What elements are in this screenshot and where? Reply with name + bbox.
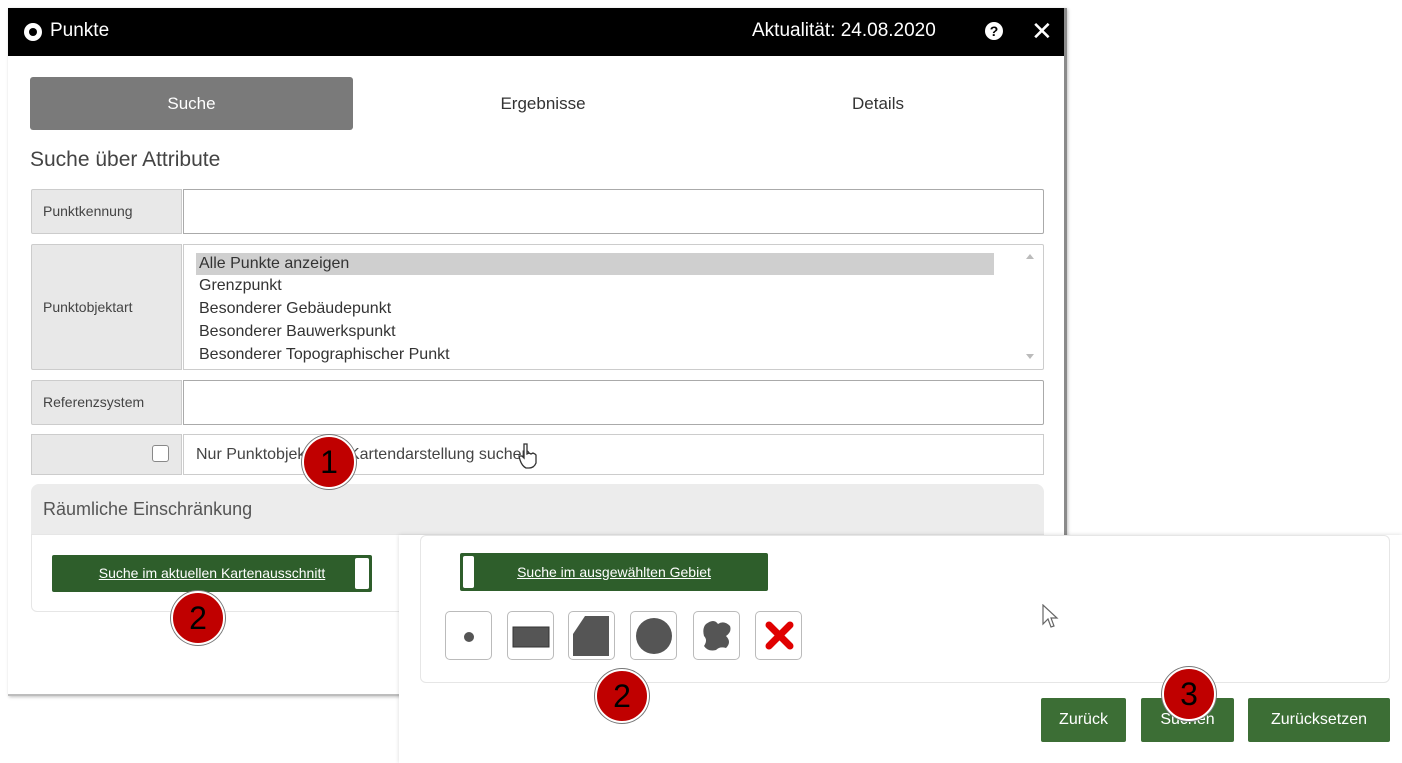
listbox-option[interactable]: Alle Punkte anzeigen bbox=[196, 253, 994, 275]
point-tool-button[interactable] bbox=[445, 611, 492, 660]
toggle-indicator bbox=[355, 558, 369, 589]
punktkennung-input[interactable] bbox=[183, 189, 1044, 234]
scroll-up-icon[interactable] bbox=[1026, 254, 1034, 259]
title-bar: Punkte Aktualität: 24.08.2020 ? ✕ bbox=[8, 8, 1064, 56]
freehand-icon bbox=[703, 621, 731, 651]
area-search-panel: Suche im ausgewählten Gebiet Zurück Such… bbox=[399, 535, 1402, 763]
close-icon[interactable]: ✕ bbox=[1031, 16, 1053, 46]
help-icon[interactable]: ? bbox=[985, 22, 1003, 40]
date-label: Aktualität: 24.08.2020 bbox=[752, 20, 936, 41]
back-button[interactable]: Zurück bbox=[1041, 698, 1126, 742]
rectangle-icon bbox=[512, 626, 550, 648]
listbox-option[interactable]: Besonderer Topographischer Punkt bbox=[196, 344, 994, 366]
delete-icon bbox=[765, 621, 794, 650]
polygon-tool-button[interactable] bbox=[568, 611, 615, 660]
spatial-header: Räumliche Einschränkung bbox=[31, 484, 1044, 534]
toggle-indicator bbox=[463, 556, 474, 588]
annotation-badge: 3 bbox=[1162, 667, 1216, 721]
point-target-icon bbox=[24, 23, 42, 41]
polygon-icon bbox=[573, 616, 609, 656]
checkbox-cell bbox=[31, 434, 182, 475]
point-icon bbox=[464, 632, 474, 642]
reset-button[interactable]: Zurücksetzen bbox=[1248, 698, 1390, 742]
punktobjektart-listbox[interactable]: Alle Punkte anzeigen Grenzpunkt Besonder… bbox=[183, 244, 1044, 370]
tab-ergebnisse[interactable]: Ergebnisse bbox=[393, 77, 693, 130]
kartendarstellung-checkbox[interactable] bbox=[152, 445, 169, 462]
annotation-badge: 2 bbox=[595, 669, 649, 723]
section-title: Suche über Attribute bbox=[30, 148, 221, 171]
punktobjektart-label: Punktobjektart bbox=[31, 244, 182, 370]
punktkennung-label: Punktkennung bbox=[31, 189, 182, 234]
circle-icon bbox=[636, 618, 672, 654]
referenzsystem-input[interactable] bbox=[183, 380, 1044, 425]
tab-suche[interactable]: Suche bbox=[30, 77, 353, 130]
circle-tool-button[interactable] bbox=[630, 611, 677, 660]
scroll-down-icon[interactable] bbox=[1026, 354, 1034, 359]
window-title: Punkte bbox=[50, 20, 110, 41]
selected-area-search-button[interactable]: Suche im ausgewählten Gebiet bbox=[460, 553, 768, 591]
freehand-tool-button[interactable] bbox=[693, 611, 740, 660]
current-view-search-button[interactable]: Suche im aktuellen Kartenausschnitt bbox=[52, 555, 372, 592]
listbox-option[interactable]: Besonderer Bauwerkspunkt bbox=[196, 321, 994, 343]
referenzsystem-label: Referenzsystem bbox=[31, 380, 182, 425]
rectangle-tool-button[interactable] bbox=[507, 611, 554, 660]
delete-tool-button[interactable] bbox=[755, 611, 802, 660]
hand-cursor-icon bbox=[518, 443, 537, 469]
tab-details[interactable]: Details bbox=[728, 77, 1028, 130]
arrow-cursor-icon bbox=[1042, 604, 1059, 628]
area-tools-box: Suche im ausgewählten Gebiet bbox=[420, 535, 1390, 683]
selected-area-search-label: Suche im ausgewählten Gebiet bbox=[517, 564, 711, 580]
annotation-badge: 2 bbox=[171, 591, 225, 645]
listbox-option[interactable]: Besonderer Gebäudepunkt bbox=[196, 298, 994, 320]
annotation-badge: 1 bbox=[302, 435, 356, 489]
listbox-option[interactable]: Grenzpunkt bbox=[196, 275, 994, 297]
current-view-search-label: Suche im aktuellen Kartenausschnitt bbox=[98, 565, 326, 581]
